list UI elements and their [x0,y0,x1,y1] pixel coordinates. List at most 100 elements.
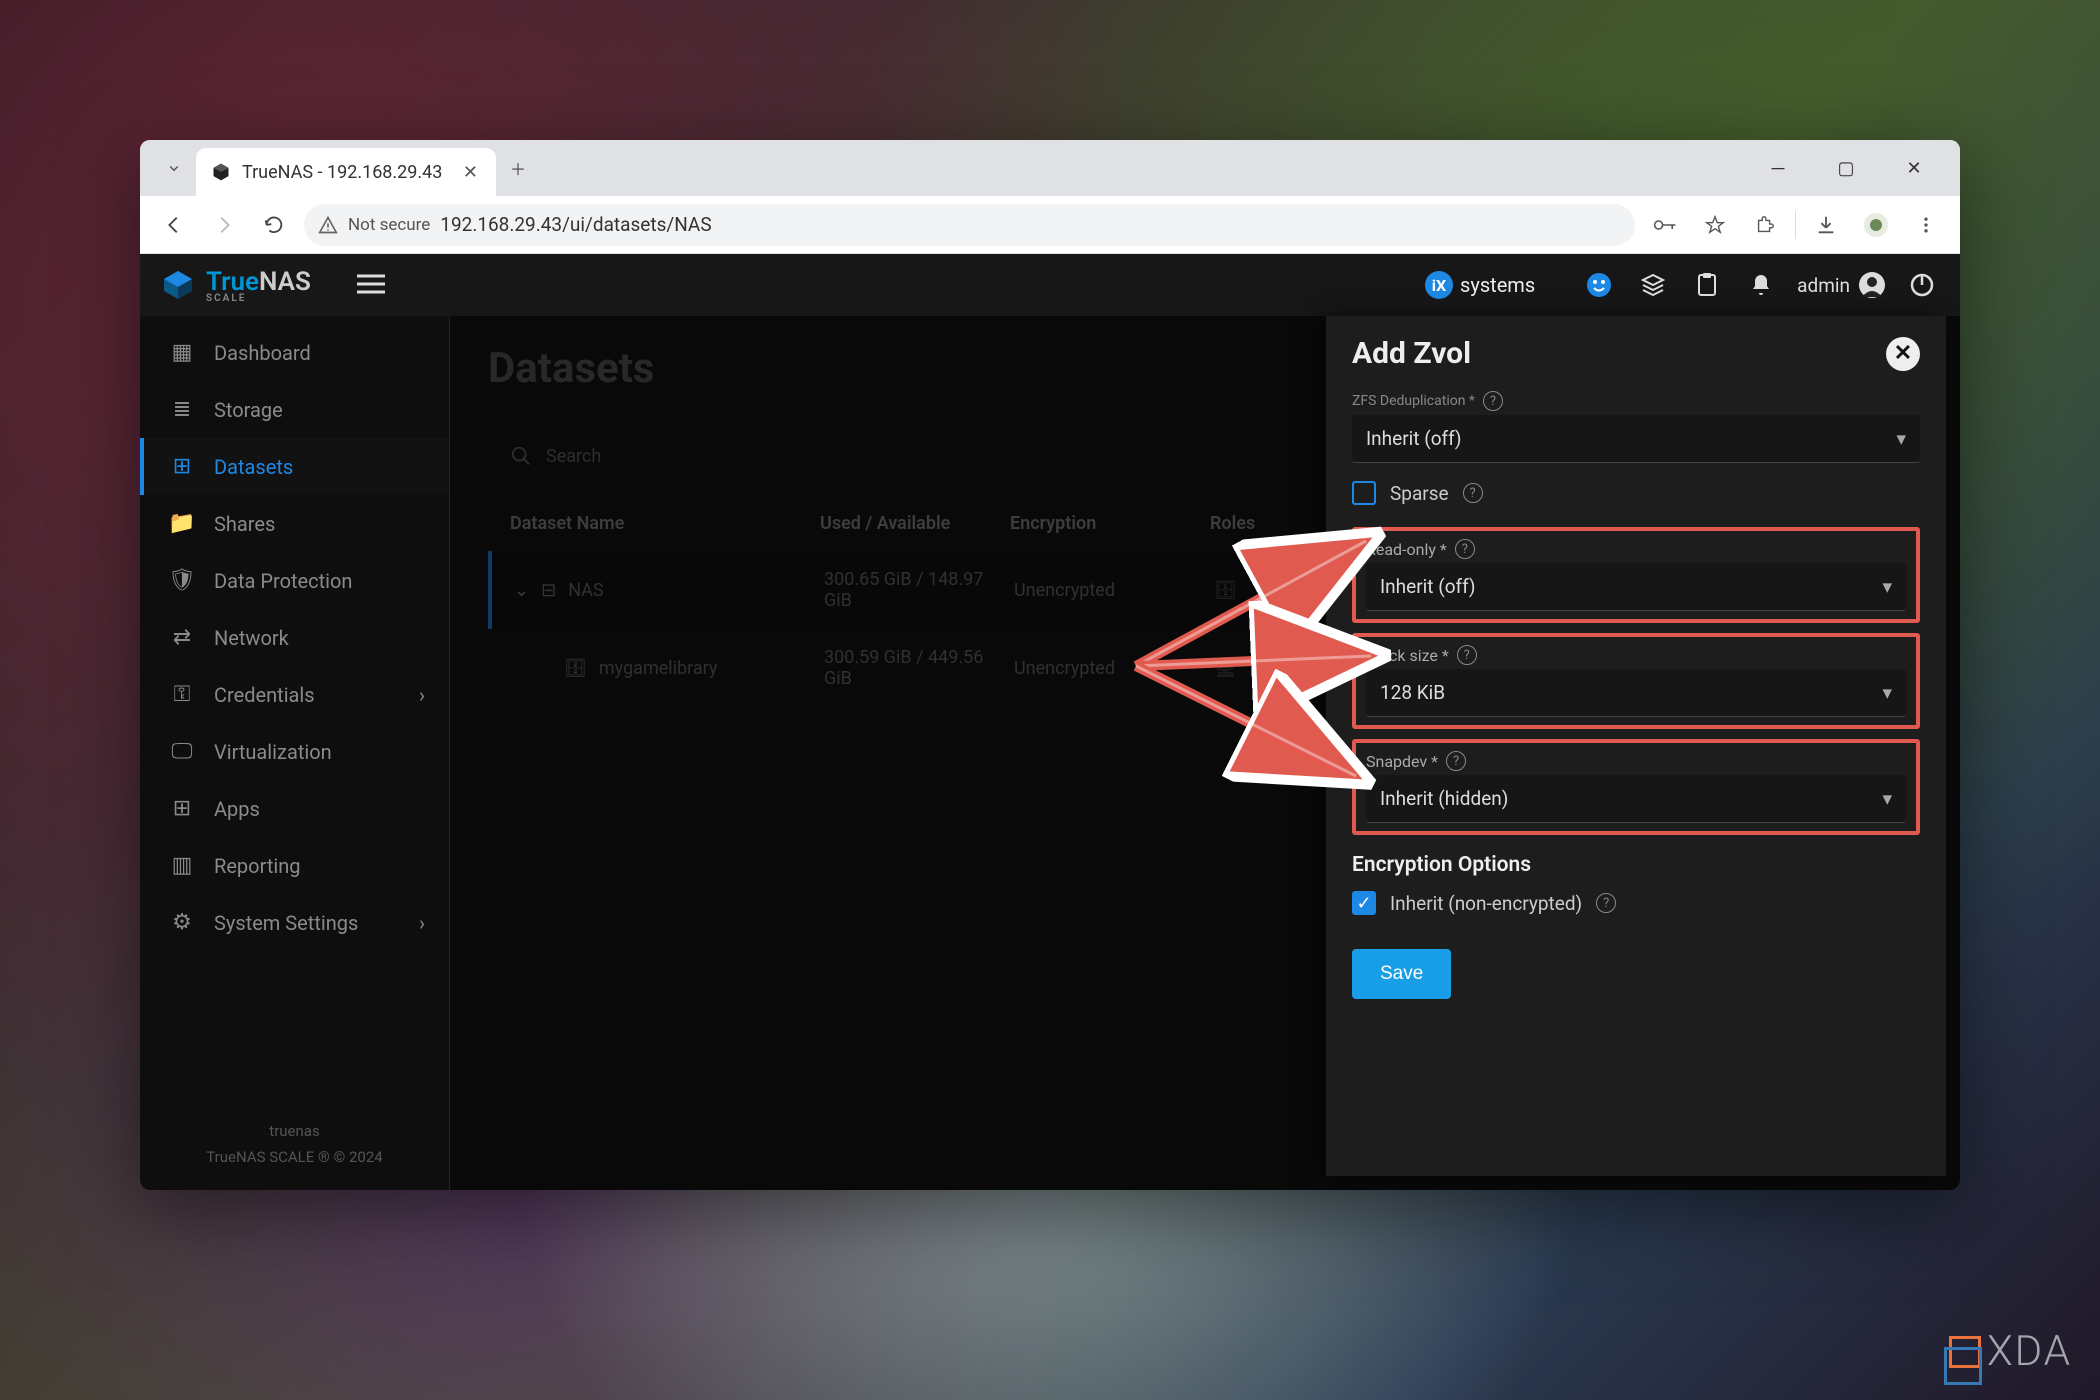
snapdev-label: Snapdev *? [1366,751,1906,771]
profile-avatar-icon [1863,212,1889,238]
new-tab-button[interactable]: ＋ [496,146,540,190]
sidebar-item-data-protection[interactable]: 🛡Data Protection [140,552,449,609]
extensions-button[interactable] [1745,205,1785,245]
sidebar-toggle[interactable] [357,269,385,302]
browser-menu-button[interactable] [1906,205,1946,245]
help-icon[interactable]: ? [1446,751,1466,771]
admin-menu[interactable]: admin [1797,271,1886,299]
profile-button[interactable] [1856,205,1896,245]
maximize-button[interactable]: ▢ [1822,148,1870,188]
dedup-select[interactable]: Inherit (off)▾ [1352,415,1920,463]
sidebar-item-datasets[interactable]: ⊞ Datasets [140,438,449,495]
downloads-button[interactable] [1806,205,1846,245]
sidebar-label: Datasets [214,455,293,479]
power-button[interactable] [1904,267,1940,303]
xda-watermark: XDA [1949,1327,2072,1376]
sidebar-item-credentials[interactable]: ⚿Credentials› [140,666,449,723]
sidebar-label: Apps [214,797,260,821]
sparse-checkbox[interactable] [1352,481,1376,505]
datasets-icon: ⊞ [168,454,196,479]
help-icon[interactable]: ? [1483,391,1503,411]
sidebar-item-storage[interactable]: ≣Storage [140,381,449,438]
help-icon[interactable]: ? [1596,893,1616,913]
close-window-button[interactable]: ✕ [1890,148,1938,188]
help-icon[interactable]: ? [1455,539,1475,559]
footer-copyright: TrueNAS SCALE ® © 2024 [140,1145,449,1171]
save-button[interactable]: Save [1352,949,1451,999]
ix-logo-icon: iX [1424,270,1454,300]
drawer-close-button[interactable]: ✕ [1886,337,1920,371]
password-icon[interactable] [1645,205,1685,245]
sparse-checkbox-row[interactable]: Sparse ? [1352,481,1920,505]
svg-text:iX: iX [1432,276,1446,295]
shares-icon: 📁 [168,511,196,536]
alerts-button[interactable] [1743,267,1779,303]
drawer-header: Add Zvol ✕ [1326,316,1946,387]
dataset-name: NAS [568,580,603,601]
jobs-button[interactable] [1635,267,1671,303]
snapdev-select[interactable]: Inherit (hidden)▾ [1366,775,1906,823]
key-icon: ⚿ [168,682,196,707]
sidebar-item-network[interactable]: ⇄Network [140,609,449,666]
help-icon[interactable]: ? [1463,483,1483,503]
inherit-enc-row[interactable]: ✓ Inherit (non-encrypted) ? [1352,891,1920,915]
encryption-section-header: Encryption Options [1352,853,1920,877]
status-button[interactable] [1581,267,1617,303]
arrow-left-icon [163,214,185,236]
sidebar-item-shares[interactable]: 📁 Shares [140,495,449,552]
inherit-enc-checkbox[interactable]: ✓ [1352,891,1376,915]
sidebar-item-system-settings[interactable]: ⚙System Settings› [140,894,449,951]
ix-label: systems [1460,273,1535,297]
add-zvol-drawer: Add Zvol ✕ ZFS Deduplication *? Inherit … [1326,316,1946,1176]
tab-close-button[interactable]: ✕ [459,162,482,183]
blocksize-select[interactable]: 128 KiB ▾ [1366,669,1906,717]
truenas-app: TrueNAS SCALE iX systems [140,254,1960,1190]
snapdev-field-highlight: Snapdev *? Inherit (hidden)▾ [1352,739,1920,835]
reload-button[interactable] [254,205,294,245]
help-icon[interactable]: ? [1457,645,1477,665]
power-icon [1909,272,1935,298]
apps-icon: ⊞ [168,796,196,821]
col-used-header: Used / Available [820,513,1010,534]
col-enc-header: Encryption [1010,513,1210,534]
drawer-body[interactable]: ZFS Deduplication *? Inherit (off)▾ Spar… [1326,387,1946,1176]
tab-title: TrueNAS - 192.168.29.43 [242,162,442,183]
sidebar-item-reporting[interactable]: ▥Reporting [140,837,449,894]
favicon-icon [210,161,232,183]
browser-tab-bar: TrueNAS - 192.168.29.43 ✕ ＋ ─ ▢ ✕ [140,140,1960,196]
caret-down-icon: ▾ [1882,681,1892,704]
sidebar-label: Virtualization [214,740,332,764]
brand-logo[interactable]: TrueNAS SCALE [160,267,311,304]
dataset-used: 300.65 GiB / 148.97 GiB [824,569,1014,611]
chevron-right-icon: › [419,911,425,935]
sidebar-item-virtualization[interactable]: 🖵Virtualization [140,723,449,780]
inherit-enc-label: Inherit (non-encrypted) [1390,892,1582,915]
dataset-roles: 🗄 [1214,580,1334,601]
sidebar-label: Shares [214,512,275,536]
forward-button[interactable] [204,205,244,245]
footer-hostname: truenas [140,1119,449,1145]
hamburger-icon [357,273,385,295]
select-value: 128 KiB [1380,681,1445,704]
dashboard-icon: ▦ [168,340,196,365]
col-roles-header: Roles [1210,513,1330,534]
tab-search-caret[interactable] [152,146,196,190]
role-monitor-icon: 🖥 [1214,658,1237,679]
search-placeholder: Search [546,446,601,467]
minimize-button[interactable]: ─ [1754,148,1802,188]
sidebar-item-apps[interactable]: ⊞ Apps [140,780,449,837]
readonly-label: Read-only *? [1366,539,1906,559]
address-bar[interactable]: Not secure 192.168.29.43/ui/datasets/NAS [304,204,1635,246]
sidebar-item-dashboard[interactable]: ▦Dashboard [140,324,449,381]
main-content: Datasets Search Dataset Name Used / Avai… [450,316,1960,1190]
back-button[interactable] [154,205,194,245]
bookmark-button[interactable] [1695,205,1735,245]
readonly-select[interactable]: Inherit (off)▾ [1366,563,1906,611]
caret-down-icon: ▾ [1896,427,1906,450]
browser-tab[interactable]: TrueNAS - 192.168.29.43 ✕ [196,148,496,196]
ix-systems-link[interactable]: iX systems [1424,270,1535,300]
storage-icon: ≣ [168,397,196,422]
security-label: Not secure [348,215,430,235]
clipboard-button[interactable] [1689,267,1725,303]
app-header: TrueNAS SCALE iX systems [140,254,1960,316]
